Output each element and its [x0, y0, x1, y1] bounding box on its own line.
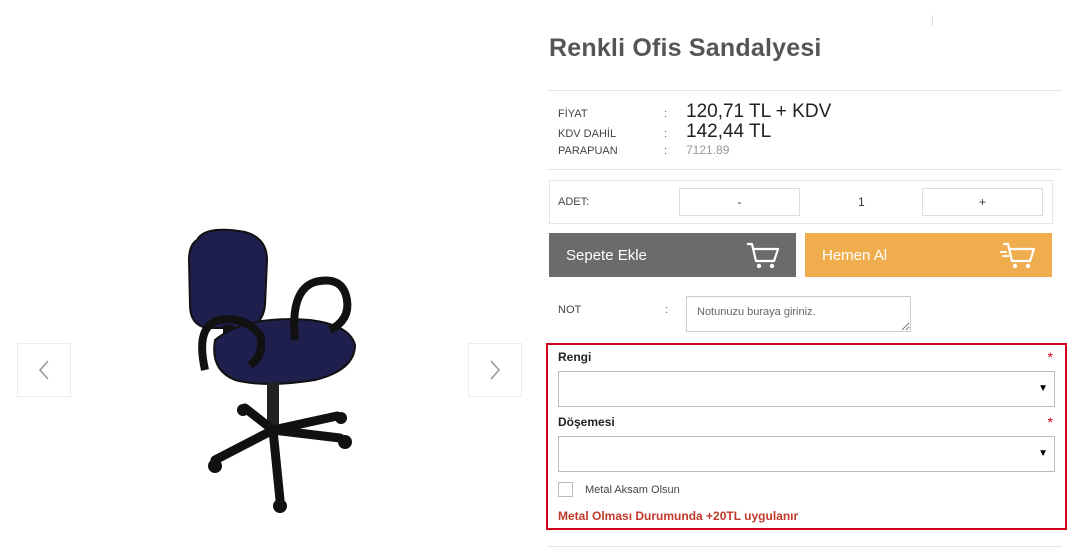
product-gallery [0, 0, 540, 552]
metal-option[interactable]: Metal Aksam Olsun [558, 482, 680, 497]
separator: : [664, 145, 668, 157]
buy-now-button[interactable]: Hemen Al [805, 233, 1052, 277]
metal-price-warning: Metal Olması Durumunda +20TL uygulanır [558, 509, 799, 523]
price-row: PARAPUAN : 7121.89 [558, 143, 729, 157]
metal-checkbox[interactable] [558, 482, 573, 497]
product-image[interactable] [145, 220, 435, 530]
buy-now-label: Hemen Al [822, 246, 888, 264]
increase-quantity-button[interactable]: + [922, 188, 1043, 216]
divider [932, 15, 933, 26]
upholstery-label: Döşemesi [558, 415, 615, 429]
dropdown-arrow-icon: ▼ [1038, 383, 1048, 394]
gallery-next-button[interactable] [468, 343, 522, 397]
price-label: PARAPUAN [558, 145, 618, 157]
separator: : [664, 128, 668, 140]
quantity-label: ADET: [558, 196, 590, 208]
upholstery-select[interactable]: ▼ [558, 436, 1055, 472]
metal-checkbox-label: Metal Aksam Olsun [585, 483, 680, 496]
price-label: FİYAT [558, 108, 588, 120]
product-options: Rengi * ▼ Döşemesi * ▼ Metal Aksam Olsun… [546, 343, 1067, 530]
note-field[interactable] [686, 296, 911, 332]
color-select[interactable]: ▼ [558, 371, 1055, 407]
separator: : [664, 108, 668, 120]
gallery-prev-button[interactable] [17, 343, 71, 397]
cart-icon [747, 242, 780, 269]
price-value: 142,44 TL [686, 121, 772, 142]
note-label: NOT [558, 304, 582, 316]
decrease-quantity-button[interactable]: - [679, 188, 800, 216]
price-row: FİYAT : 120,71 TL + KDV [558, 101, 831, 123]
price-row: KDV DAHİL : 142,44 TL [558, 121, 771, 143]
fast-cart-icon [1000, 242, 1036, 269]
divider [547, 90, 1062, 91]
divider [547, 169, 1062, 170]
quantity-stepper: ADET: - 1 + [549, 180, 1053, 224]
divider [547, 546, 1062, 547]
add-to-cart-button[interactable]: Sepete Ekle [549, 233, 796, 277]
chevron-right-icon [490, 360, 501, 380]
price-label: KDV DAHİL [558, 128, 617, 140]
chevron-left-icon [38, 360, 49, 380]
required-indicator: * [1047, 414, 1053, 430]
page-title: Renkli Ofis Sandalyesi [549, 34, 822, 62]
price-value: 7121.89 [686, 143, 730, 157]
required-indicator: * [1047, 349, 1053, 365]
dropdown-arrow-icon: ▼ [1038, 448, 1048, 459]
quantity-value[interactable]: 1 [858, 195, 865, 209]
price-value: 120,71 TL + KDV [686, 101, 832, 122]
add-to-cart-label: Sepete Ekle [566, 246, 647, 264]
separator: : [665, 304, 669, 316]
color-label: Rengi [558, 350, 592, 364]
